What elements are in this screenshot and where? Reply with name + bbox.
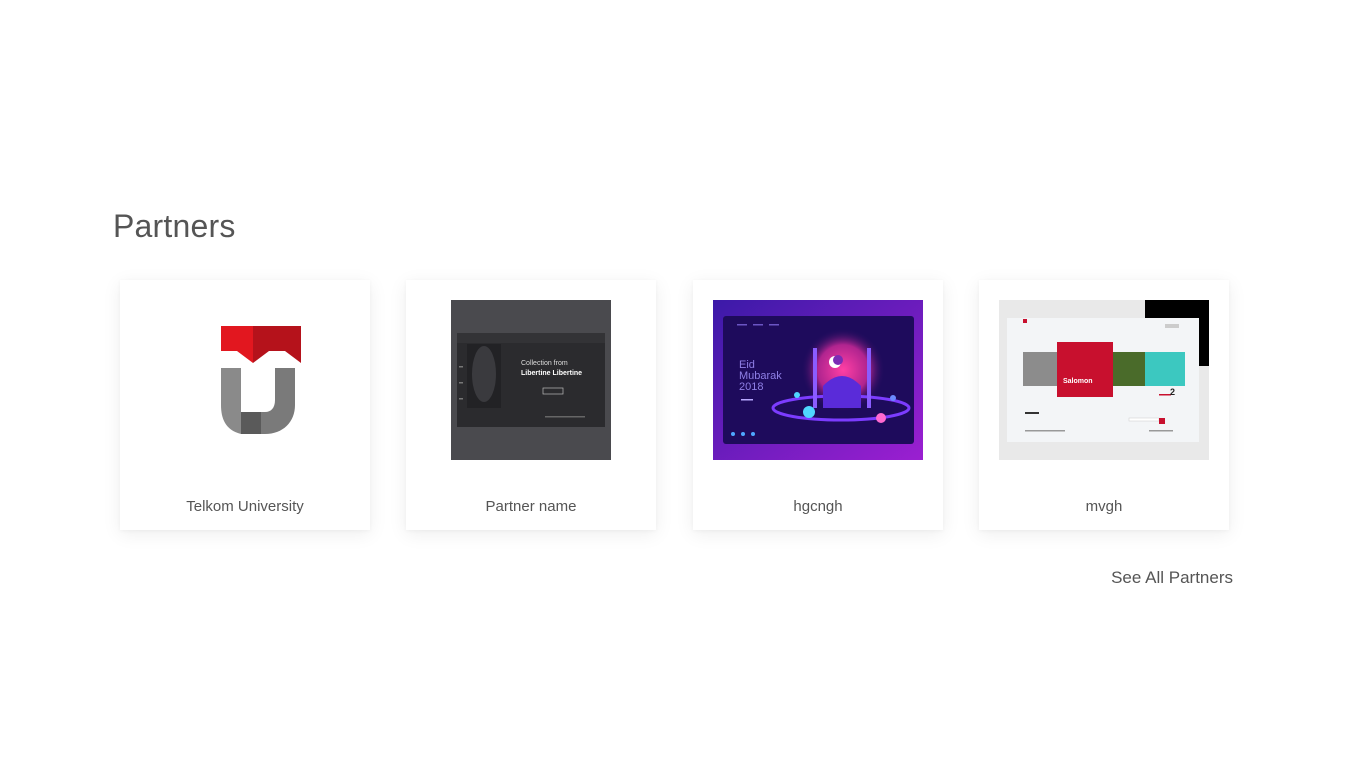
logo-image bbox=[221, 326, 301, 434]
salomon-mockup-image bbox=[999, 300, 1209, 460]
partner-name: mvgh bbox=[1085, 498, 1123, 515]
dark-mockup-image bbox=[451, 300, 611, 460]
partner-card[interactable]: Collection from Libertine Libertine Part… bbox=[406, 280, 656, 530]
partner-image: Eid Mubarak 2018 bbox=[713, 300, 923, 460]
salomon-headline: Salomon bbox=[1063, 378, 1093, 385]
partner-image: Salomon 2 bbox=[999, 300, 1209, 460]
salomon-counter: 2 bbox=[1170, 387, 1176, 397]
partner-name: Telkom University bbox=[186, 498, 304, 515]
mockup-headline-1: Collection from bbox=[521, 360, 568, 367]
partner-name: hgcngh bbox=[793, 498, 843, 515]
partner-image: Collection from Libertine Libertine bbox=[451, 300, 611, 460]
section-title: Partners bbox=[113, 208, 236, 244]
partner-card[interactable]: Salomon 2 mvgh bbox=[979, 280, 1229, 530]
partners-section: Partners Telkom University Collection fr… bbox=[0, 0, 1349, 768]
telkom-university-logo bbox=[165, 300, 325, 460]
partner-card[interactable]: Eid Mubarak 2018 hgcngh bbox=[693, 280, 943, 530]
partner-card[interactable]: Telkom University bbox=[120, 280, 370, 530]
partner-name: Partner name bbox=[485, 498, 577, 515]
eid-headline-3: 2018 bbox=[739, 381, 764, 393]
partner-cards: Telkom University Collection from Libert… bbox=[120, 280, 1230, 530]
see-all-partners-link[interactable]: See All Partners bbox=[1111, 568, 1233, 588]
mockup-headline-2: Libertine Libertine bbox=[521, 370, 583, 377]
